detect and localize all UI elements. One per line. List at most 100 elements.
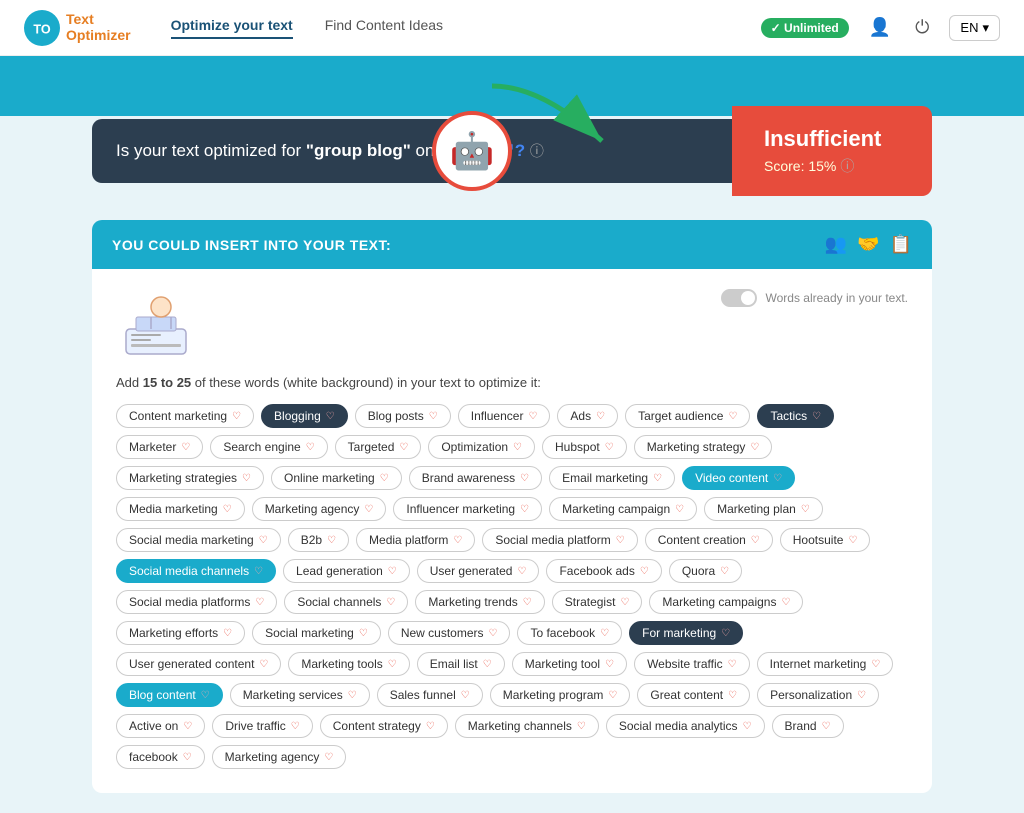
tag-item[interactable]: Social media analytics ♡ — [606, 714, 765, 738]
tag-item[interactable]: Marketing trends ♡ — [415, 590, 544, 614]
tag-item[interactable]: Media marketing ♡ — [116, 497, 245, 521]
tag-item[interactable]: To facebook ♡ — [517, 621, 622, 645]
tag-heart-icon: ♡ — [232, 411, 241, 422]
layers-icon[interactable]: 📋 — [890, 234, 912, 255]
tag-item[interactable]: Content creation ♡ — [645, 528, 773, 552]
tag-item[interactable]: Strategist ♡ — [552, 590, 643, 614]
tag-item[interactable]: Social media channels ♡ — [116, 559, 276, 583]
tag-item[interactable]: Ads ♡ — [557, 404, 618, 428]
tag-item[interactable]: Optimization ♡ — [428, 435, 535, 459]
tag-item[interactable]: Media platform ♡ — [356, 528, 475, 552]
tag-item[interactable]: Active on ♡ — [116, 714, 205, 738]
language-selector[interactable]: EN ▾ — [949, 15, 1000, 41]
tag-item[interactable]: Targeted ♡ — [335, 435, 422, 459]
tag-item[interactable]: Marketing efforts ♡ — [116, 621, 245, 645]
tag-item[interactable]: Marketing channels ♡ — [455, 714, 599, 738]
tag-item[interactable]: Blog content ♡ — [116, 683, 223, 707]
words-toggle[interactable] — [721, 289, 757, 307]
tag-item[interactable]: Marketing agency ♡ — [252, 497, 387, 521]
tag-item[interactable]: User generated ♡ — [417, 559, 540, 583]
tag-item[interactable]: Marketing program ♡ — [490, 683, 631, 707]
score-banner: Is your text optimized for "group blog" … — [92, 106, 932, 196]
main-nav: Optimize your text Find Content Ideas — [171, 17, 761, 39]
tag-item[interactable]: Content strategy ♡ — [320, 714, 448, 738]
tag-item[interactable]: Content marketing ♡ — [116, 404, 254, 428]
tag-item[interactable]: Video content ♡ — [682, 466, 795, 490]
tag-item[interactable]: B2b ♡ — [288, 528, 349, 552]
score-left: Is your text optimized for "group blog" … — [92, 119, 732, 183]
tag-heart-icon: ♡ — [513, 442, 522, 453]
tag-heart-icon: ♡ — [781, 597, 790, 608]
tag-item[interactable]: Search engine ♡ — [210, 435, 327, 459]
tag-item[interactable]: Website traffic ♡ — [634, 652, 750, 676]
tag-heart-icon: ♡ — [388, 566, 397, 577]
tag-item[interactable]: Influencer ♡ — [458, 404, 551, 428]
tag-item[interactable]: Social media marketing ♡ — [116, 528, 281, 552]
tag-item[interactable]: Target audience ♡ — [625, 404, 750, 428]
tag-item[interactable]: Marketing campaigns ♡ — [649, 590, 803, 614]
tag-heart-icon: ♡ — [801, 504, 810, 515]
tag-heart-icon: ♡ — [640, 566, 649, 577]
tag-heart-icon: ♡ — [577, 721, 586, 732]
tag-item[interactable]: Marketing campaign ♡ — [549, 497, 697, 521]
tag-item[interactable]: For marketing ♡ — [629, 621, 743, 645]
tag-item[interactable]: Online marketing ♡ — [271, 466, 402, 490]
tag-item[interactable]: Social media platforms ♡ — [116, 590, 277, 614]
tag-item[interactable]: facebook ♡ — [116, 745, 205, 769]
tag-item[interactable]: Facebook ads ♡ — [546, 559, 661, 583]
tag-heart-icon: ♡ — [822, 721, 831, 732]
tag-item[interactable]: Marketing agency ♡ — [212, 745, 347, 769]
tag-item[interactable]: Marketing tool ♡ — [512, 652, 627, 676]
tag-item[interactable]: Social channels ♡ — [284, 590, 408, 614]
tag-item[interactable]: Blogging ♡ — [261, 404, 348, 428]
tag-item[interactable]: Personalization ♡ — [757, 683, 879, 707]
tag-item[interactable]: Marketing services ♡ — [230, 683, 370, 707]
tag-item[interactable]: Drive traffic ♡ — [212, 714, 312, 738]
tag-item[interactable]: New customers ♡ — [388, 621, 511, 645]
tag-item[interactable]: User generated content ♡ — [116, 652, 281, 676]
tag-item[interactable]: Marketer ♡ — [116, 435, 203, 459]
tag-heart-icon: ♡ — [254, 566, 263, 577]
tag-item[interactable]: Marketing tools ♡ — [288, 652, 409, 676]
score-help-icon[interactable]: ⓘ — [840, 156, 854, 176]
tag-item[interactable]: Hootsuite ♡ — [780, 528, 871, 552]
tag-item[interactable]: Social media platform ♡ — [482, 528, 637, 552]
share-icon[interactable]: 🤝 — [857, 234, 879, 255]
tag-item[interactable]: Hubspot ♡ — [542, 435, 627, 459]
tag-heart-icon: ♡ — [386, 597, 395, 608]
tag-item[interactable]: Great content ♡ — [637, 683, 750, 707]
tag-item[interactable]: Internet marketing ♡ — [757, 652, 894, 676]
tag-heart-icon: ♡ — [453, 535, 462, 546]
tag-item[interactable]: Lead generation ♡ — [283, 559, 410, 583]
tag-item[interactable]: Tactics ♡ — [757, 404, 834, 428]
tag-item[interactable]: Influencer marketing ♡ — [393, 497, 542, 521]
insert-icon-group: 👥 🤝 📋 — [825, 234, 912, 255]
tag-item[interactable]: Marketing strategies ♡ — [116, 466, 264, 490]
nav-optimize[interactable]: Optimize your text — [171, 17, 293, 39]
tag-heart-icon: ♡ — [223, 628, 232, 639]
tag-item[interactable]: Email list ♡ — [417, 652, 505, 676]
tag-heart-icon: ♡ — [605, 442, 614, 453]
insert-section: YOU COULD INSERT INTO YOUR TEXT: 👥 🤝 📋 — [92, 220, 932, 269]
tag-item[interactable]: Brand ♡ — [772, 714, 844, 738]
tag-item[interactable]: Brand awareness ♡ — [409, 466, 542, 490]
logo-icon: TO — [24, 10, 60, 46]
tag-item[interactable]: Marketing plan ♡ — [704, 497, 823, 521]
tag-item[interactable]: Quora ♡ — [669, 559, 742, 583]
user-icon-button[interactable]: 👤 — [865, 13, 895, 42]
nav-content-ideas[interactable]: Find Content Ideas — [325, 17, 443, 39]
tag-heart-icon: ♡ — [871, 659, 880, 670]
tag-item[interactable]: Social marketing ♡ — [252, 621, 381, 645]
group-icon[interactable]: 👥 — [825, 234, 847, 255]
power-icon-button[interactable]: ⏻ — [911, 13, 933, 42]
tag-heart-icon: ♡ — [327, 535, 336, 546]
tag-heart-icon: ♡ — [751, 535, 760, 546]
tag-item[interactable]: Sales funnel ♡ — [377, 683, 483, 707]
tag-item[interactable]: Blog posts ♡ — [355, 404, 451, 428]
tag-item[interactable]: Email marketing ♡ — [549, 466, 675, 490]
panel-top: Words already in your text. — [116, 289, 908, 359]
help-icon[interactable]: ⓘ — [530, 143, 544, 159]
tag-item[interactable]: Marketing strategy ♡ — [634, 435, 773, 459]
tag-heart-icon: ♡ — [183, 721, 192, 732]
toggle-label: Words already in your text. — [765, 291, 908, 305]
